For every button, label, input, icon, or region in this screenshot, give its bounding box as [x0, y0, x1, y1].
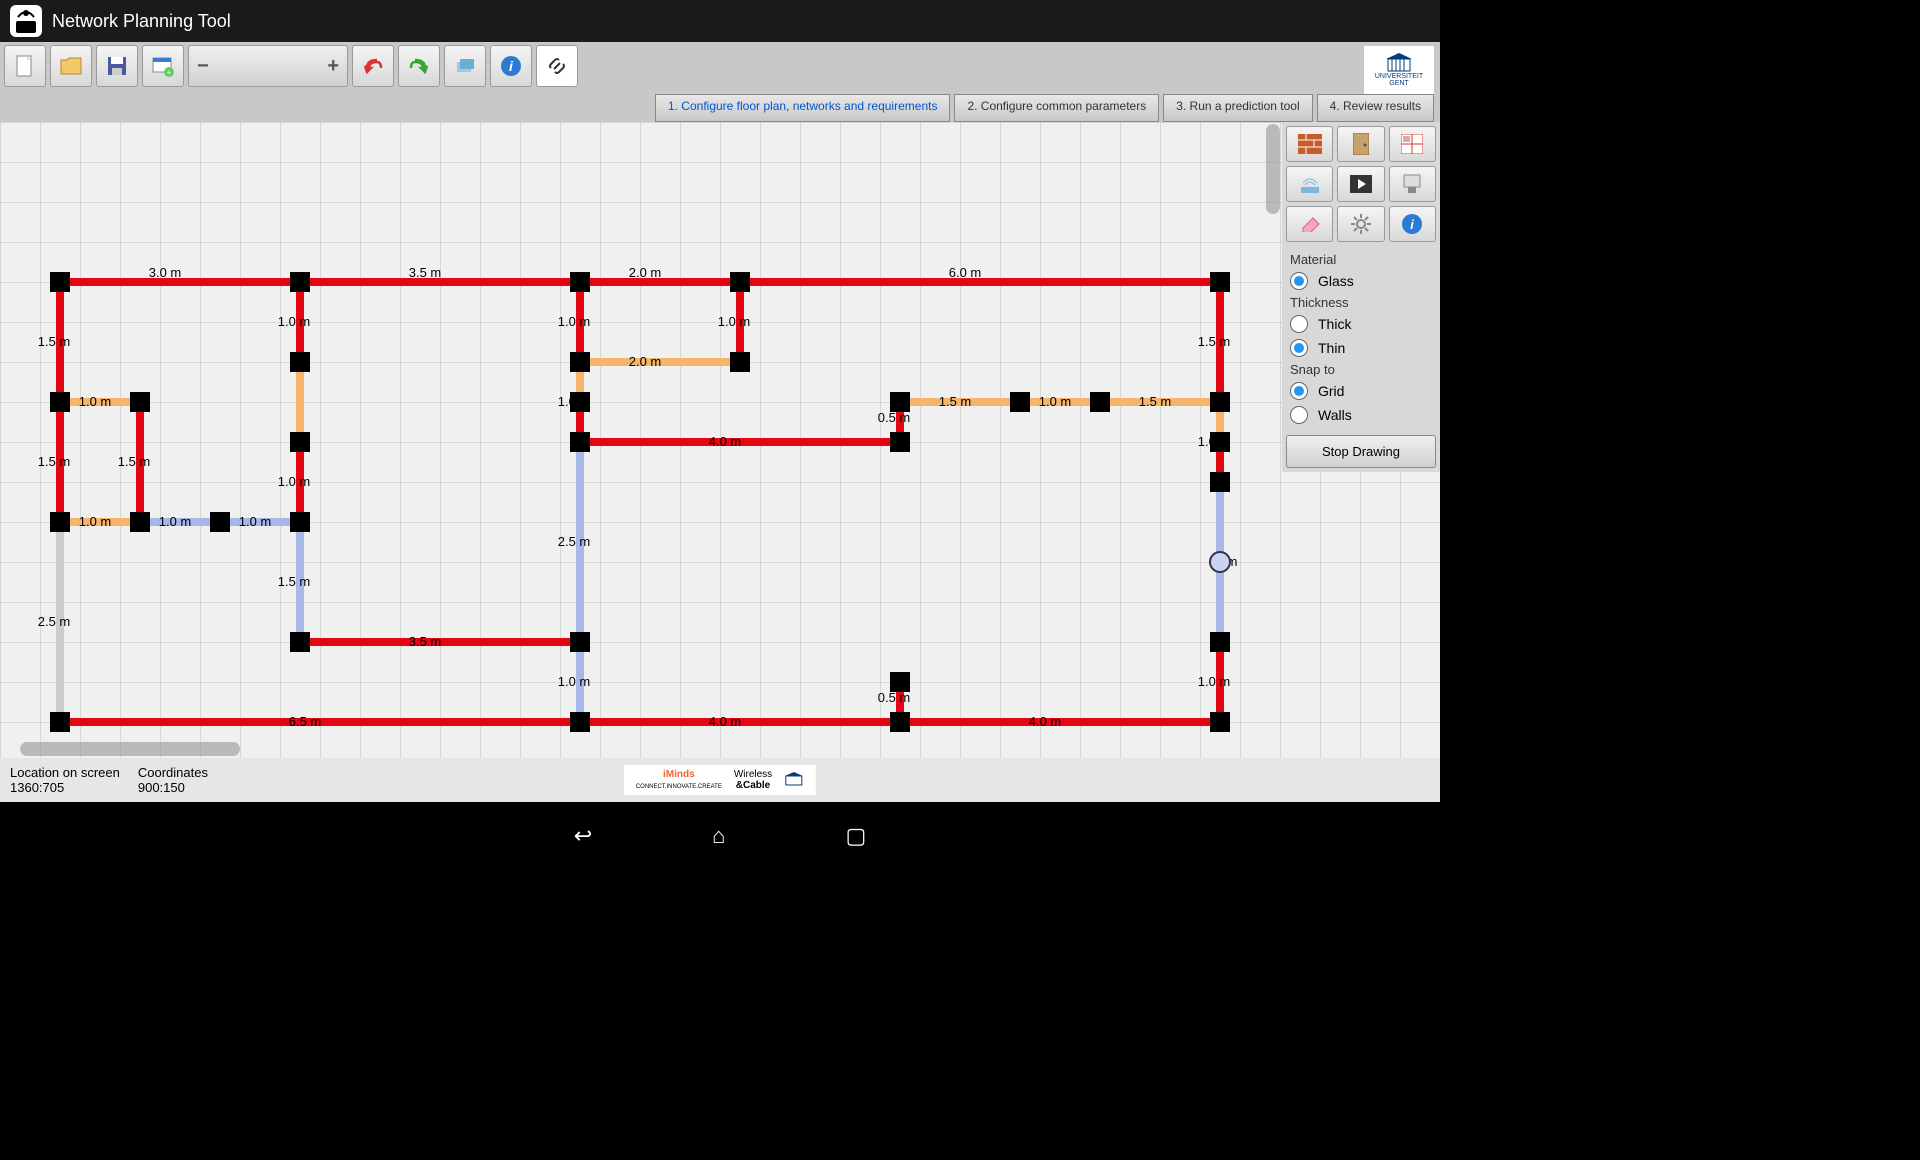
link-button[interactable] — [536, 45, 578, 87]
horizontal-scrollbar[interactable] — [20, 742, 240, 756]
svg-text:1.0 m: 1.0 m — [718, 314, 751, 329]
ap-tool-button[interactable] — [1286, 166, 1333, 202]
main-area: + −+ i UNIVERSITEIT GENT 1. Configure fl… — [0, 42, 1440, 802]
settings-tool-button[interactable] — [1337, 206, 1384, 242]
save-file-button[interactable] — [96, 45, 138, 87]
toolbar: + −+ i — [0, 42, 1440, 90]
step-tab-1[interactable]: 1. Configure floor plan, networks and re… — [655, 94, 950, 122]
svg-text:1.0 m: 1.0 m — [1039, 394, 1072, 409]
step-tab-2[interactable]: 2. Configure common parameters — [954, 94, 1159, 122]
back-button[interactable]: ↩ — [574, 823, 592, 849]
step-tab-4[interactable]: 4. Review results — [1317, 94, 1434, 122]
svg-text:1.5 m: 1.5 m — [38, 454, 71, 469]
wall-tool-button[interactable] — [1286, 126, 1333, 162]
undo-button[interactable] — [352, 45, 394, 87]
svg-text:1.5 m: 1.5 m — [278, 574, 311, 589]
svg-text:i: i — [1411, 217, 1415, 232]
vertical-scrollbar[interactable] — [1266, 124, 1280, 214]
app-title: Network Planning Tool — [52, 11, 231, 32]
thickness-thick-radio[interactable]: Thick — [1290, 312, 1432, 336]
recent-button[interactable]: ▢ — [845, 823, 866, 849]
svg-text:1.0 m: 1.0 m — [278, 314, 311, 329]
add-layer-button[interactable]: + — [142, 45, 184, 87]
location-label: Location on screen — [10, 765, 120, 780]
zoom-in-icon: + — [327, 55, 339, 78]
location-value: 1360:705 — [10, 780, 64, 795]
svg-text:1.0 m: 1.0 m — [159, 514, 192, 529]
redo-button[interactable] — [398, 45, 440, 87]
thickness-label: Thickness — [1290, 295, 1432, 310]
material-label: Material — [1290, 252, 1432, 267]
svg-text:1.0 m: 1.0 m — [79, 514, 112, 529]
home-button[interactable]: ⌂ — [712, 823, 725, 849]
ugent-footer-logo — [784, 772, 804, 789]
svg-text:1.5 m: 1.5 m — [939, 394, 972, 409]
window-tool-button[interactable] — [1389, 126, 1436, 162]
svg-text:3.5 m: 3.5 m — [409, 634, 442, 649]
svg-text:1.0 m: 1.0 m — [1198, 674, 1231, 689]
svg-text:1.5 m: 1.5 m — [38, 334, 71, 349]
svg-text:2.0 m: 2.0 m — [629, 354, 662, 369]
run-tool-button[interactable] — [1337, 166, 1384, 202]
svg-text:1.0 m: 1.0 m — [239, 514, 272, 529]
svg-text:3.0 m: 3.0 m — [149, 265, 182, 280]
footer-logos: iMindsCONNECT.INNOVATE.CREATE Wireless&C… — [624, 765, 816, 795]
svg-text:2.5 m: 2.5 m — [558, 534, 591, 549]
svg-text:3.5 m: 3.5 m — [409, 265, 442, 280]
door-tool-button[interactable] — [1337, 126, 1384, 162]
material-glass-radio[interactable]: Glass — [1290, 269, 1432, 293]
layers-button[interactable] — [444, 45, 486, 87]
coordinates-label: Coordinates — [138, 765, 208, 780]
app-icon — [8, 3, 44, 39]
svg-text:1.5 m: 1.5 m — [118, 454, 151, 469]
svg-text:1.5 m: 1.5 m — [1139, 394, 1172, 409]
floor-plan-canvas[interactable]: 2.5 m 1.0 m 1.0 m 2.0 m 1.0 m 1.5 m 1.0 m 1.5 m… — [0, 122, 1440, 758]
erase-tool-button[interactable] — [1286, 206, 1333, 242]
svg-text:0.5 m: 0.5 m — [878, 690, 911, 705]
open-file-button[interactable] — [50, 45, 92, 87]
zoom-out-icon: − — [197, 55, 209, 78]
stop-drawing-button[interactable]: Stop Drawing — [1286, 435, 1436, 468]
help-tool-button[interactable]: i — [1389, 206, 1436, 242]
step-tab-3[interactable]: 3. Run a prediction tool — [1163, 94, 1312, 122]
svg-text:1.0 m: 1.0 m — [558, 674, 591, 689]
title-bar: Network Planning Tool — [0, 0, 1440, 42]
android-nav-bar: ↩ ⌂ ▢ — [0, 802, 1440, 870]
side-panel: i Material Glass Thickness Thick Thin Sn… — [1282, 122, 1440, 472]
step-tabs: 1. Configure floor plan, networks and re… — [0, 94, 1440, 122]
coordinates-value: 900:150 — [138, 780, 185, 795]
svg-text:1.5 m: 1.5 m — [1198, 334, 1231, 349]
svg-text:4.0 m: 4.0 m — [709, 714, 742, 729]
status-bar: Location on screen 1360:705 Coordinates … — [0, 758, 1440, 802]
svg-text:6.5 m: 6.5 m — [289, 714, 322, 729]
svg-text:4.0 m: 4.0 m — [709, 434, 742, 449]
svg-text:+: + — [167, 68, 172, 77]
iminds-logo: iMindsCONNECT.INNOVATE.CREATE — [636, 769, 722, 791]
svg-text:2.0 m: 2.0 m — [629, 265, 662, 280]
svg-text:6.0 m: 6.0 m — [949, 265, 982, 280]
svg-text:4.0 m: 4.0 m — [1029, 714, 1062, 729]
snap-grid-radio[interactable]: Grid — [1290, 379, 1432, 403]
university-logo: UNIVERSITEIT GENT — [1364, 46, 1434, 94]
thickness-thin-radio[interactable]: Thin — [1290, 336, 1432, 360]
wireless-cable-logo: Wireless&Cable — [734, 769, 772, 791]
snap-label: Snap to — [1290, 362, 1432, 377]
zoom-slider[interactable]: −+ — [188, 45, 348, 87]
svg-text:0.5 m: 0.5 m — [878, 410, 911, 425]
svg-text:1.0 m: 1.0 m — [278, 474, 311, 489]
info-button[interactable]: i — [490, 45, 532, 87]
snap-walls-radio[interactable]: Walls — [1290, 403, 1432, 427]
device-tool-button[interactable] — [1389, 166, 1436, 202]
svg-text:1.0 m: 1.0 m — [79, 394, 112, 409]
new-file-button[interactable] — [4, 45, 46, 87]
svg-text:1.0 m: 1.0 m — [558, 314, 591, 329]
svg-text:2.5 m: 2.5 m — [38, 614, 71, 629]
side-tool-grid: i — [1282, 122, 1440, 246]
